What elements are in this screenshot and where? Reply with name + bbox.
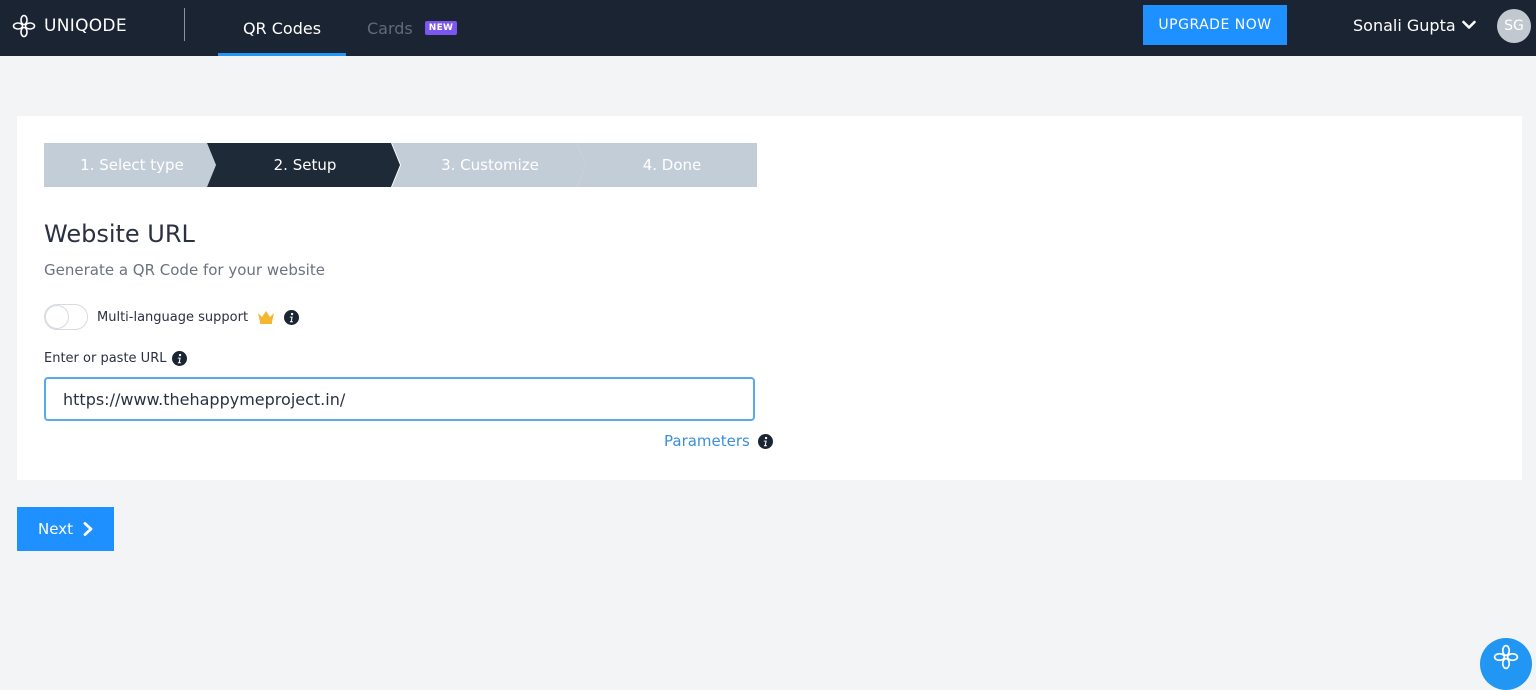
multi-language-toggle[interactable] xyxy=(44,304,88,330)
stepper: 1. Select type 2. Setup 3. Customize 4. … xyxy=(44,143,757,187)
flower-help-icon xyxy=(1493,644,1519,670)
nav-divider xyxy=(184,8,185,41)
info-circle-icon[interactable] xyxy=(172,351,188,366)
url-input[interactable] xyxy=(44,377,755,421)
flower-logo-icon xyxy=(12,14,36,38)
step-label: 1. Select type xyxy=(80,156,184,174)
multi-language-row: Multi-language support xyxy=(44,303,300,331)
setup-card: 1. Select type 2. Setup 3. Customize 4. … xyxy=(17,116,1522,480)
upgrade-now-button[interactable]: UPGRADE NOW xyxy=(1143,5,1287,45)
step-label: 4. Done xyxy=(642,156,702,174)
new-badge: NEW xyxy=(424,21,458,35)
toggle-knob xyxy=(45,305,69,329)
help-chat-button[interactable] xyxy=(1480,638,1532,690)
parameters-row: Parameters xyxy=(664,432,773,450)
next-button[interactable]: Next xyxy=(17,507,114,551)
url-label: Enter or paste URL xyxy=(44,351,167,366)
page-subtitle: Generate a QR Code for your website xyxy=(44,261,325,279)
chevron-down-icon xyxy=(1461,20,1476,29)
tab-cards[interactable]: Cards NEW xyxy=(367,0,458,56)
page-title: Website URL xyxy=(44,220,195,248)
user-name: Sonali Gupta xyxy=(1353,15,1456,35)
avatar[interactable]: SG xyxy=(1497,9,1531,43)
chevron-right-icon xyxy=(83,522,93,536)
tab-qr-codes[interactable]: QR Codes xyxy=(218,0,346,56)
step-label: 2. Setup xyxy=(273,156,337,174)
tab-qr-codes-label: QR Codes xyxy=(242,18,322,38)
top-navigation-bar: UNIQODE QR Codes Cards NEW UPGRADE NOW S… xyxy=(0,0,1536,56)
brand-name: UNIQODE xyxy=(44,16,127,36)
step-done[interactable]: 4. Done xyxy=(577,143,757,187)
step-setup[interactable]: 2. Setup xyxy=(207,143,403,187)
step-customize[interactable]: 3. Customize xyxy=(392,143,588,187)
brand-logo[interactable]: UNIQODE xyxy=(12,0,127,52)
multi-language-label: Multi-language support xyxy=(97,309,249,325)
user-menu[interactable]: Sonali Gupta xyxy=(1353,0,1476,50)
info-circle-icon[interactable] xyxy=(757,433,773,449)
step-label: 3. Customize xyxy=(441,156,539,174)
active-tab-indicator xyxy=(218,53,346,56)
crown-icon xyxy=(258,311,275,324)
next-label: Next xyxy=(38,520,73,538)
info-circle-icon[interactable] xyxy=(284,309,300,325)
url-label-row: Enter or paste URL xyxy=(44,351,188,366)
tab-cards-label: Cards xyxy=(367,18,413,38)
parameters-link[interactable]: Parameters xyxy=(664,432,750,450)
